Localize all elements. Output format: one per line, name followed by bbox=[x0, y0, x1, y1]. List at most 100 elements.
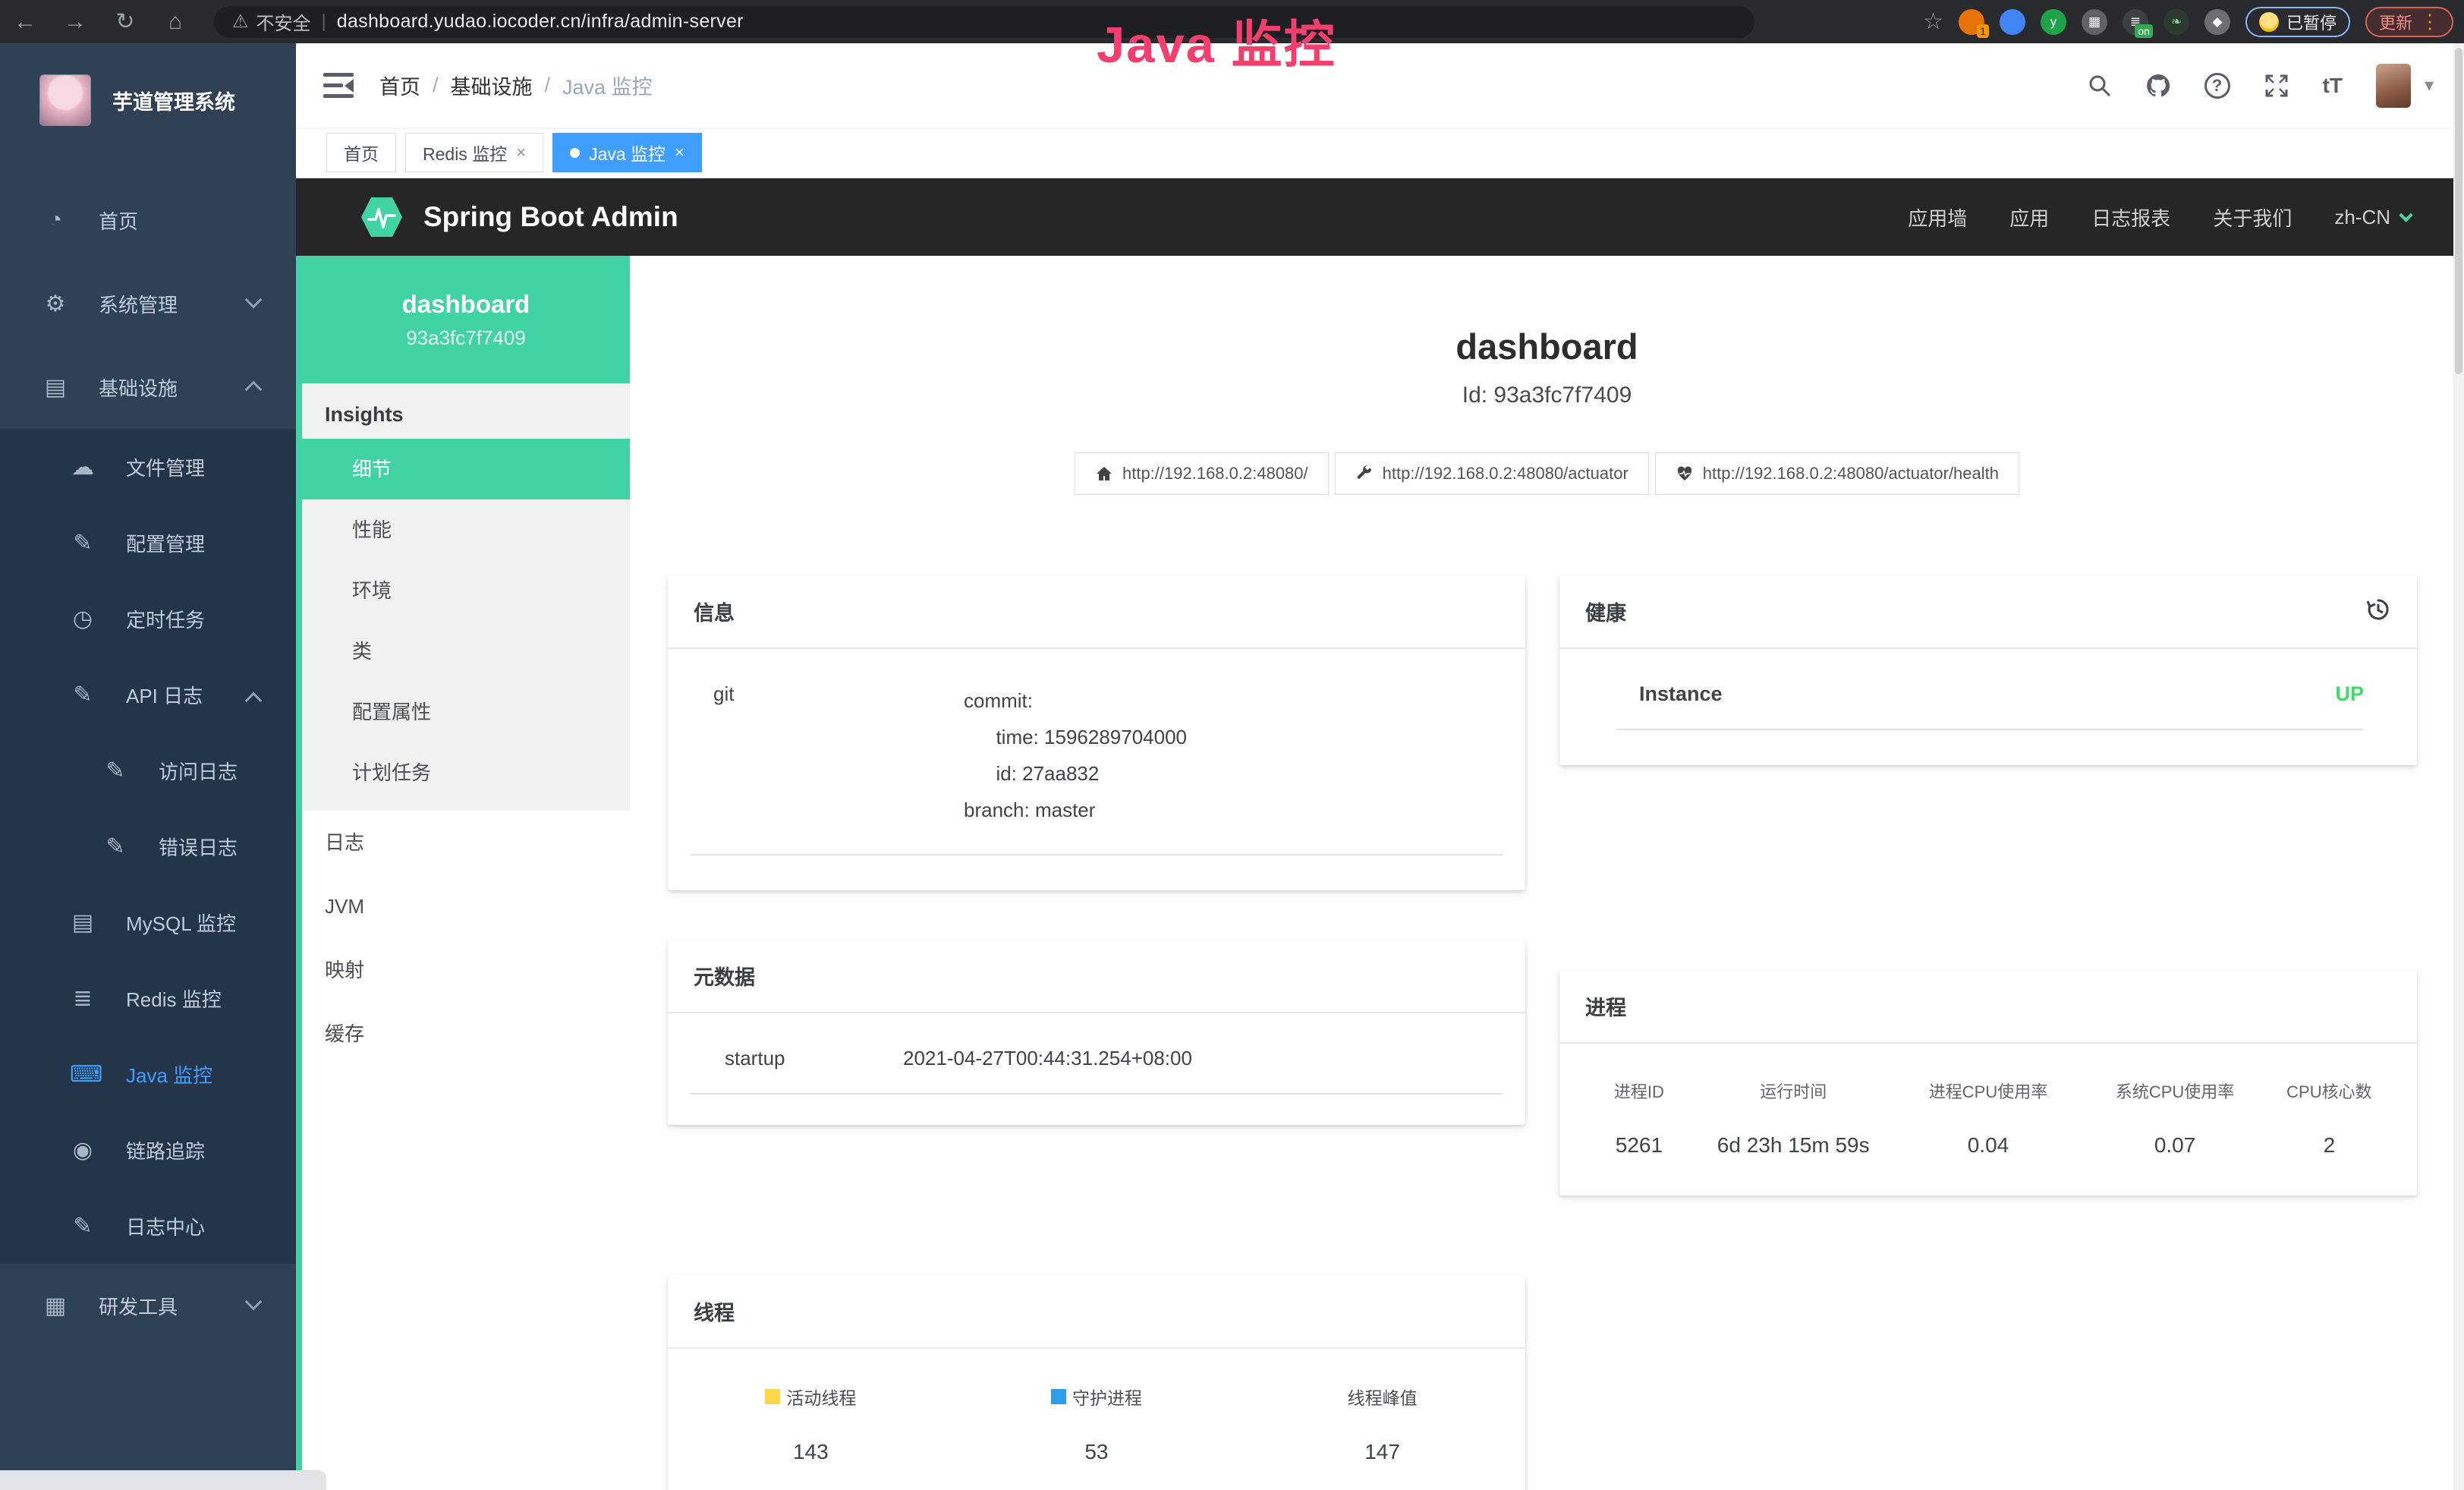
breadcrumb-home[interactable]: 首页 bbox=[379, 71, 420, 100]
close-icon[interactable]: × bbox=[516, 143, 526, 162]
sba-nav-about[interactable]: 关于我们 bbox=[2213, 203, 2292, 232]
paused-badge[interactable]: 已暂停 bbox=[2245, 7, 2350, 37]
extension-icon-green[interactable]: y bbox=[2041, 9, 2066, 35]
sba-nav-applications[interactable]: 应用 bbox=[2009, 203, 2049, 232]
fullscreen-icon[interactable] bbox=[2264, 73, 2289, 99]
breadcrumb-separator: / bbox=[545, 74, 551, 97]
sidebar-item-redis-monitor[interactable]: ≣ Redis 监控 bbox=[0, 960, 296, 1036]
sidebar-item-mappings[interactable]: 映射 bbox=[302, 938, 630, 1002]
extension-icon-grid[interactable]: ▦ bbox=[2082, 9, 2107, 35]
legend-live-threads[interactable]: 活动线程 bbox=[668, 1384, 954, 1410]
insights-item-metrics[interactable]: 性能 bbox=[302, 499, 630, 560]
extension-icon-list[interactable]: ≣on bbox=[2123, 9, 2148, 35]
edit-icon: ✎ bbox=[70, 530, 96, 556]
sidebar-item-jvm[interactable]: JVM bbox=[302, 874, 630, 938]
url-text[interactable]: dashboard.yudao.iocoder.cn/infra/admin-s… bbox=[337, 11, 744, 33]
extension-icon-pin[interactable] bbox=[2000, 9, 2025, 35]
app-frame: 芋道管理系统 ◔ 首页 ⚙ 系统管理 ▤ 基础设施 bbox=[0, 43, 2464, 1490]
page-scrollbar[interactable] bbox=[2453, 43, 2464, 1490]
extension-icon-leaf[interactable]: ❧ bbox=[2163, 9, 2189, 35]
instance-name: dashboard bbox=[402, 290, 530, 319]
insights-item-environment[interactable]: 环境 bbox=[302, 560, 630, 621]
chevron-down-icon bbox=[245, 291, 263, 309]
service-url-link[interactable]: http://192.168.0.2:48080/ bbox=[1075, 452, 1329, 495]
insights-item-classes[interactable]: 类 bbox=[302, 621, 630, 682]
sba-brand[interactable]: Spring Boot Admin bbox=[360, 193, 678, 241]
sidebar-item-api-log[interactable]: ✎ API 日志 bbox=[0, 657, 296, 732]
sidebar-item-java-monitor[interactable]: ⌨ Java 监控 bbox=[0, 1036, 296, 1112]
locale-select[interactable]: zh-CN bbox=[2334, 206, 2411, 229]
eye-icon: ◉ bbox=[70, 1137, 96, 1164]
active-dot-icon bbox=[570, 148, 580, 158]
sidebar-item-access-log[interactable]: ✎ 访问日志 bbox=[0, 732, 296, 808]
update-button[interactable]: 更新 ⋮ bbox=[2365, 7, 2453, 37]
bookmark-star-icon[interactable]: ☆ bbox=[1923, 8, 1943, 35]
tab-label: Redis 监控 bbox=[423, 140, 507, 165]
legend-peak-threads[interactable]: 线程峰值 bbox=[1239, 1384, 1525, 1410]
legend-daemon-threads[interactable]: 守护进程 bbox=[954, 1384, 1240, 1410]
git-value: commit: time: 1596289704000 id: 27aa832b… bbox=[964, 682, 1187, 828]
tab-java-monitor[interactable]: Java 监控 × bbox=[552, 133, 702, 172]
browser-home-icon[interactable]: ⌂ bbox=[150, 9, 200, 35]
scrollbar-thumb[interactable] bbox=[2455, 48, 2462, 374]
daemon-threads-value: 53 bbox=[954, 1440, 1240, 1464]
avatar-caret-icon[interactable]: ▾ bbox=[2425, 74, 2434, 96]
extensions-puzzle-icon[interactable]: ◆ bbox=[2204, 9, 2230, 35]
tab-label: 首页 bbox=[344, 140, 379, 165]
sidebar-item-caches[interactable]: 缓存 bbox=[302, 1002, 630, 1066]
admin-menu: ◔ 首页 ⚙ 系统管理 ▤ 基础设施 ☁ 文件管理 bbox=[0, 157, 296, 1347]
help-icon[interactable]: ? bbox=[2204, 73, 2230, 99]
instance-header[interactable]: dashboard 93a3fc7f7409 bbox=[302, 256, 630, 383]
sba-nav-journal[interactable]: 日志报表 bbox=[2091, 203, 2170, 232]
app-logo-row[interactable]: 芋道管理系统 bbox=[0, 43, 296, 157]
sba-nav-wallboard[interactable]: 应用墙 bbox=[1908, 203, 1967, 232]
actuator-url-link[interactable]: http://192.168.0.2:48080/actuator bbox=[1335, 452, 1649, 495]
health-instance-label[interactable]: Instance bbox=[1639, 682, 1723, 706]
tab-home[interactable]: 首页 bbox=[326, 133, 396, 172]
github-icon[interactable] bbox=[2145, 73, 2171, 99]
hamburger-icon[interactable] bbox=[323, 73, 354, 99]
text-size-icon[interactable]: tT bbox=[2323, 74, 2343, 98]
browser-forward-icon[interactable]: → bbox=[50, 9, 100, 35]
chevron-down-icon bbox=[245, 1293, 263, 1311]
browser-menu-icon[interactable]: ⋮ bbox=[2420, 10, 2440, 33]
threads-legend: 活动线程 守护进程 线程峰值 bbox=[668, 1384, 1525, 1410]
sidebar-item-loggers[interactable]: 日志 bbox=[302, 811, 630, 874]
sidebar-item-scheduled-tasks[interactable]: ◷ 定时任务 bbox=[0, 581, 296, 657]
tab-redis-monitor[interactable]: Redis 监控 × bbox=[405, 133, 543, 172]
sidebar-item-home[interactable]: ◔ 首页 bbox=[0, 178, 296, 262]
insights-item-scheduled[interactable]: 计划任务 bbox=[302, 742, 630, 803]
sidebar-item-infrastructure[interactable]: ▤ 基础设施 bbox=[0, 345, 296, 429]
security-label[interactable]: 不安全 bbox=[256, 8, 311, 35]
sidebar-item-mysql-monitor[interactable]: ▤ MySQL 监控 bbox=[0, 884, 296, 960]
locale-label: zh-CN bbox=[2334, 206, 2390, 229]
divider bbox=[691, 1093, 1503, 1095]
sba-nav: 应用墙 应用 日志报表 关于我们 zh-CN bbox=[1908, 203, 2464, 232]
startup-label: startup bbox=[725, 1047, 903, 1070]
user-avatar[interactable] bbox=[2376, 64, 2411, 108]
sidebar-item-dev-tools[interactable]: ▦ 研发工具 bbox=[0, 1264, 296, 1347]
threads-card-title: 线程 bbox=[694, 1296, 735, 1326]
extension-icon-orange[interactable]: 1 bbox=[1959, 9, 1984, 35]
insights-item-details[interactable]: 细节 bbox=[302, 439, 630, 499]
close-icon[interactable]: × bbox=[675, 143, 684, 162]
history-icon[interactable] bbox=[2365, 597, 2391, 626]
address-bar[interactable]: ⚠ 不安全 | dashboard.yudao.iocoder.cn/infra… bbox=[214, 6, 1754, 38]
sba-frame: Spring Boot Admin 应用墙 应用 日志报表 关于我们 zh-CN bbox=[296, 178, 2464, 1490]
sidebar-item-error-log[interactable]: ✎ 错误日志 bbox=[0, 808, 296, 884]
sidebar-item-config-management[interactable]: ✎ 配置管理 bbox=[0, 505, 296, 581]
sidebar-item-system[interactable]: ⚙ 系统管理 bbox=[0, 262, 296, 345]
sidebar-item-file-management[interactable]: ☁ 文件管理 bbox=[0, 429, 296, 505]
topbar-tools: ? tT ▾ bbox=[2088, 64, 2464, 108]
breadcrumb-infrastructure[interactable]: 基础设施 bbox=[451, 71, 533, 100]
sidebar-item-tracing[interactable]: ◉ 链路追踪 bbox=[0, 1112, 296, 1188]
browser-back-icon[interactable]: ← bbox=[0, 9, 50, 35]
link-url: http://192.168.0.2:48080/ bbox=[1122, 464, 1308, 484]
search-icon[interactable] bbox=[2088, 74, 2112, 98]
sidebar-item-log-center[interactable]: ✎ 日志中心 bbox=[0, 1188, 296, 1264]
info-card: 信息 git commit: time: 1596289704000 id: 2… bbox=[668, 575, 1525, 890]
insights-item-config-props[interactable]: 配置属性 bbox=[302, 682, 630, 742]
layers-icon: ≣ bbox=[70, 985, 96, 1012]
browser-reload-icon[interactable]: ↻ bbox=[100, 8, 150, 35]
health-url-link[interactable]: http://192.168.0.2:48080/actuator/health bbox=[1655, 452, 2019, 495]
